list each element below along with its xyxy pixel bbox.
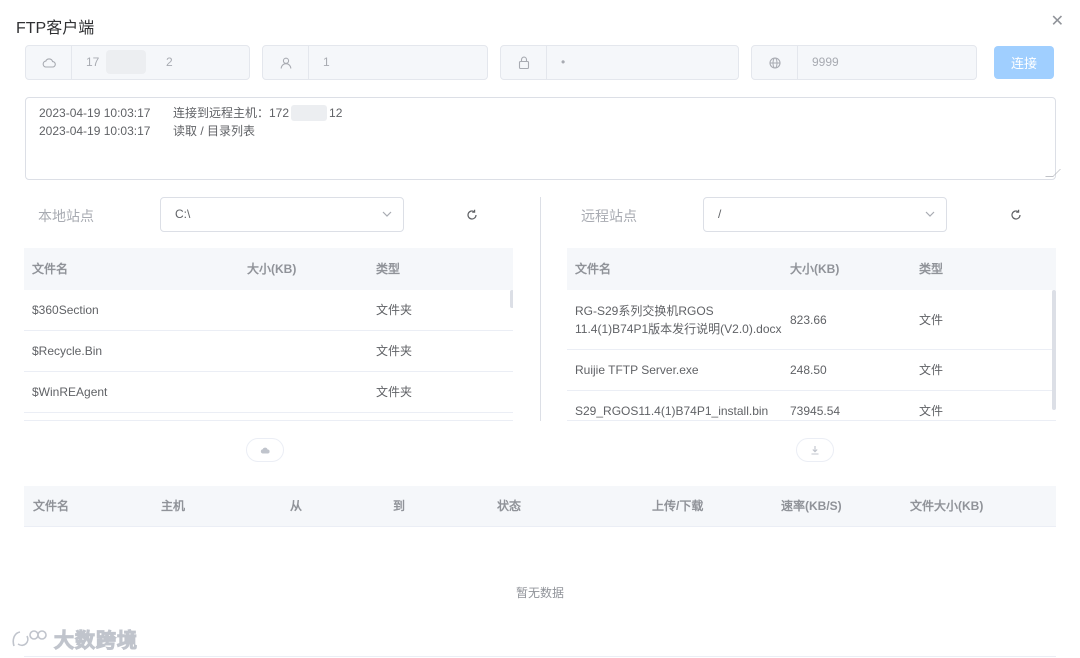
remote-site-label: 远程站点 <box>581 208 637 224</box>
log-time: 2023-04-19 10:03:17 <box>39 124 151 138</box>
port-value: 9999 <box>812 55 839 69</box>
log-message: 读取 / 目录列表 <box>173 124 256 138</box>
file-name: $Recycle.Bin <box>32 344 103 358</box>
password-input[interactable]: • <box>500 45 739 80</box>
watermark: 大数跨境 <box>10 624 138 653</box>
table-row[interactable]: $360Section 文件夹 <box>24 290 513 331</box>
scrollbar[interactable] <box>510 290 513 308</box>
column-header: 类型 <box>919 262 944 276</box>
user-icon <box>263 46 309 79</box>
download-button[interactable] <box>796 438 834 462</box>
local-file-table: 文件名 大小(KB) 类型 $360Section 文件夹 $Recycle.B… <box>24 248 513 421</box>
host-input[interactable]: 17 2 <box>25 45 250 80</box>
table-row[interactable]: Ruijie TFTP Server.exe 248.50 文件 <box>567 350 1056 391</box>
globe-icon <box>752 46 798 79</box>
file-name: $360Section <box>32 303 99 317</box>
connect-button[interactable]: 连接 <box>994 46 1054 79</box>
column-header: 速率(KB/S) <box>781 499 842 513</box>
column-header: 从 <box>290 499 303 513</box>
chevron-down-icon <box>382 211 392 217</box>
redaction-blur <box>291 105 328 121</box>
panel-divider <box>540 197 541 421</box>
remote-path-value: / <box>718 207 722 221</box>
table-header: 文件名 大小(KB) 类型 <box>24 248 513 290</box>
remote-file-table: 文件名 大小(KB) 类型 RG-S29系列交换机RGOS 11.4(1)B74… <box>567 248 1056 421</box>
download-icon <box>811 446 819 455</box>
column-header: 大小(KB) <box>247 262 297 276</box>
log-message: 连接到远程主机：172 <box>173 106 290 120</box>
file-name: Ruijie TFTP Server.exe <box>575 363 699 377</box>
log-line: 2023-04-19 10:03:17 读取 / 目录列表 <box>39 122 1042 140</box>
file-type: 文件 <box>919 312 944 327</box>
cloud-upload-icon <box>260 447 270 454</box>
username-input[interactable]: 1 <box>262 45 488 80</box>
close-icon[interactable]: ✕ <box>1051 14 1064 30</box>
file-type: 文件夹 <box>376 344 413 358</box>
log-time: 2023-04-19 10:03:17 <box>39 106 151 120</box>
remote-path-select[interactable]: / <box>703 197 947 232</box>
file-size: 248.50 <box>790 363 827 377</box>
refresh-icon[interactable] <box>1010 209 1022 221</box>
column-header: 文件名 <box>33 499 70 513</box>
resize-handle[interactable] <box>1045 169 1061 177</box>
log-line: 2023-04-19 10:03:17 连接到远程主机：172 12 <box>39 104 1042 122</box>
table-bottom-border <box>24 656 1056 657</box>
file-type: 文件 <box>919 363 944 377</box>
lock-icon <box>501 46 547 79</box>
file-size: 823.66 <box>790 312 827 327</box>
column-header: 状态 <box>497 499 522 513</box>
file-size: 73945.54 <box>790 404 841 418</box>
host-value-prefix: 17 <box>86 55 100 69</box>
cloud-icon <box>26 46 72 79</box>
scrollbar[interactable] <box>1052 290 1056 410</box>
watermark-logo <box>12 629 47 646</box>
password-value: • <box>561 55 566 69</box>
file-name: RG-S29系列交换机RGOS 11.4(1)B74P1版本发行说明(V2.0)… <box>575 303 782 336</box>
port-input[interactable]: 9999 <box>751 45 977 80</box>
local-site-label: 本地站点 <box>38 208 94 224</box>
file-type: 文件夹 <box>376 303 413 317</box>
watermark-text: 大数跨境 <box>54 630 138 653</box>
table-row[interactable]: $WinREAgent 文件夹 <box>24 372 513 413</box>
local-path-select[interactable]: C:\ <box>160 197 404 232</box>
refresh-icon[interactable] <box>466 209 478 221</box>
table-row[interactable]: RG-S29系列交换机RGOS 11.4(1)B74P1版本发行说明(V2.0)… <box>567 290 1056 350</box>
column-header: 大小(KB) <box>790 262 840 276</box>
table-header: 文件名 大小(KB) 类型 <box>567 248 1056 290</box>
column-header: 到 <box>393 499 406 513</box>
file-type: 文件 <box>919 404 944 418</box>
column-header: 文件大小(KB) <box>910 499 984 513</box>
column-header: 主机 <box>161 499 186 513</box>
table-row[interactable]: $Recycle.Bin 文件夹 <box>24 331 513 372</box>
table-row[interactable]: S29_RGOS11.4(1)B74P1_install.bin 73945.5… <box>567 391 1056 420</box>
file-type: 文件夹 <box>376 385 413 399</box>
file-name: S29_RGOS11.4(1)B74P1_install.bin <box>575 404 769 418</box>
column-header: 类型 <box>376 262 401 276</box>
local-path-value: C:\ <box>175 207 191 221</box>
dialog-title: FTP客户端 <box>16 20 95 37</box>
log-textarea[interactable]: 2023-04-19 10:03:17 连接到远程主机：172 12 2023-… <box>25 97 1061 180</box>
username-value: 1 <box>323 55 330 69</box>
host-value-suffix: 2 <box>166 55 173 69</box>
log-message-suffix: 12 <box>329 106 343 120</box>
redaction-blur <box>106 50 146 74</box>
file-name: $WinREAgent <box>32 385 108 399</box>
empty-state: 暂无数据 <box>515 586 564 600</box>
chevron-down-icon <box>925 211 935 217</box>
upload-button[interactable] <box>246 438 284 462</box>
transfer-table-header: 文件名 主机 从 到 状态 上传/下载 速率(KB/S) 文件大小(KB) <box>24 486 1056 527</box>
column-header: 上传/下载 <box>652 499 704 513</box>
column-header: 文件名 <box>32 262 69 276</box>
column-header: 文件名 <box>575 262 612 276</box>
